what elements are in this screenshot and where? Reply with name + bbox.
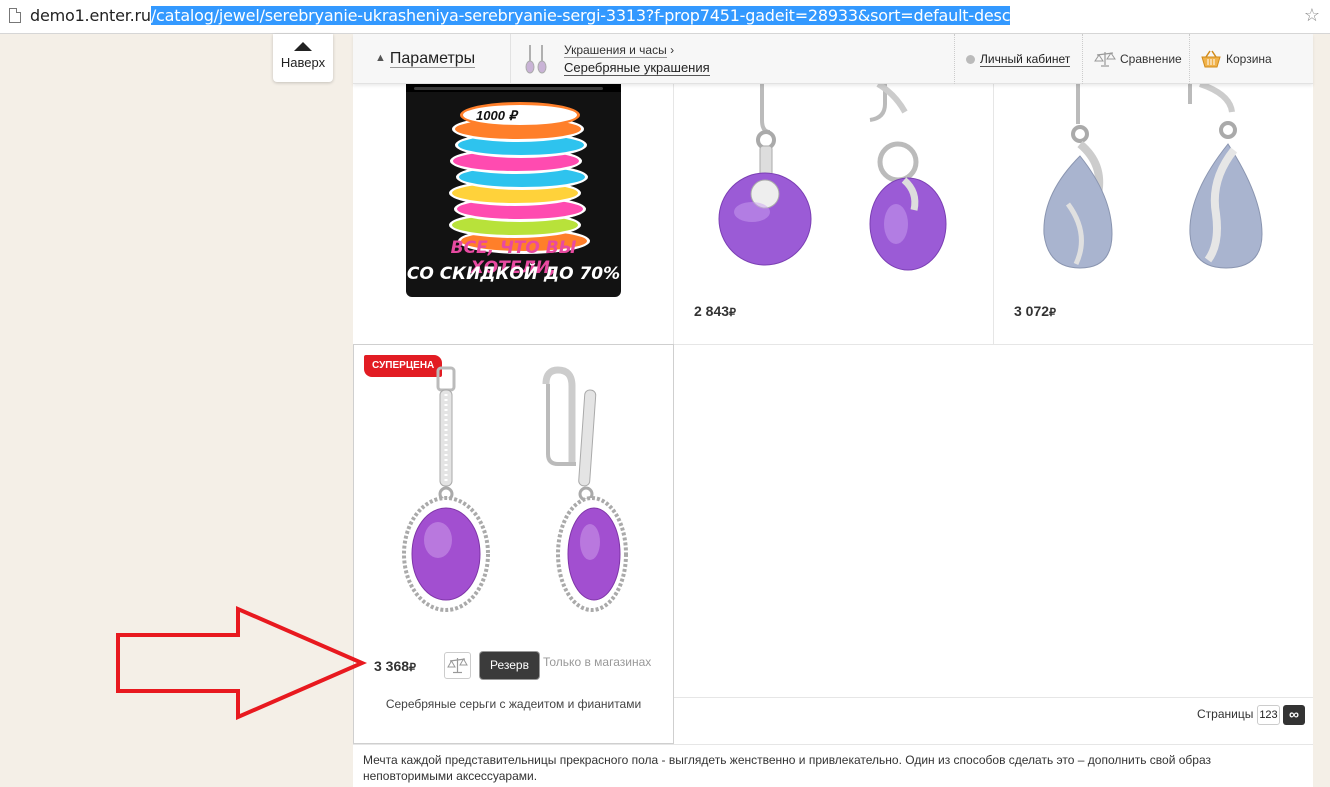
- grid-divider: [673, 84, 674, 344]
- grid-divider: [993, 84, 994, 344]
- header-divider: [1082, 34, 1083, 84]
- sticky-header: ▲ Параметры Украшения и часы › Серебряные…: [353, 34, 1313, 84]
- header-divider: [1189, 34, 1190, 84]
- bookmark-star-icon[interactable]: ☆: [1304, 5, 1320, 26]
- params-toggle[interactable]: ▲ Параметры: [375, 50, 476, 68]
- product-price: 2 843₽: [694, 303, 737, 319]
- back-to-top-label: Наверх: [280, 55, 326, 70]
- url-path-selected: /catalog/jewel/serebryanie-ukrasheniya-s…: [150, 6, 1011, 25]
- product-price: 3 072₽: [1014, 303, 1057, 319]
- category-thumbnail: [525, 45, 547, 74]
- product-image[interactable]: [700, 84, 960, 274]
- header-divider: [954, 34, 955, 84]
- availability-note: Только в магазинах: [543, 655, 652, 669]
- banner-line-2: СО СКИДКОЙ ДО 70%: [406, 264, 621, 284]
- product-name[interactable]: Серебряные серьги с жадеитом и фианитами: [354, 697, 673, 711]
- status-dot-icon: [966, 55, 975, 64]
- scales-icon: [1094, 52, 1116, 67]
- add-to-compare-button[interactable]: [444, 652, 471, 679]
- cart-label: Корзина: [1226, 52, 1272, 66]
- promo-banner[interactable]: 1000 ₽ ВСЕ, ЧТО ВЫ ХОТЕЛИ, СО СКИДКОЙ ДО…: [406, 60, 621, 297]
- pagination-label: Страницы: [1197, 707, 1254, 721]
- page-numbers-button[interactable]: 123: [1257, 705, 1280, 725]
- breadcrumb-parent[interactable]: Украшения и часы ›: [564, 43, 675, 58]
- compare-link[interactable]: Сравнение: [1094, 50, 1182, 68]
- chevron-right-icon: ›: [670, 43, 675, 57]
- address-bar[interactable]: demo1.enter.ru/catalog/jewel/serebryanie…: [0, 0, 1330, 34]
- header-divider: [510, 34, 511, 84]
- triangle-up-icon: ▲: [375, 52, 386, 64]
- product-image[interactable]: [1020, 84, 1280, 274]
- product-image[interactable]: [396, 364, 636, 624]
- personal-cabinet-label: Личный кабинет: [980, 52, 1071, 67]
- params-label: Параметры: [389, 50, 476, 68]
- grid-divider: [353, 744, 1313, 745]
- page-icon: [9, 8, 21, 23]
- arrow-up-icon: [294, 42, 312, 51]
- reserve-button[interactable]: Резерв: [480, 652, 539, 679]
- personal-cabinet-link[interactable]: Личный кабинет: [966, 52, 1071, 67]
- show-all-button[interactable]: ∞: [1283, 705, 1305, 725]
- basket-icon: [1201, 50, 1221, 68]
- back-to-top-button[interactable]: Наверх: [273, 34, 333, 82]
- breadcrumb-current[interactable]: Серебряные украшения: [564, 60, 710, 76]
- annotation-arrow: [116, 605, 368, 720]
- compare-label: Сравнение: [1120, 52, 1182, 66]
- category-description: Мечта каждой представительницы прекрасно…: [363, 753, 1211, 783]
- cart-link[interactable]: Корзина: [1200, 50, 1272, 68]
- grid-divider: [674, 697, 1313, 698]
- scales-icon: [447, 658, 468, 674]
- chip-amount: 1000 ₽: [476, 108, 517, 123]
- breadcrumb-parent-label: Украшения и часы: [564, 43, 667, 58]
- url-field[interactable]: demo1.enter.ru/catalog/jewel/serebryanie…: [30, 6, 1010, 25]
- url-host: demo1.enter.ru: [30, 6, 151, 25]
- product-price: 3 368₽: [374, 658, 417, 674]
